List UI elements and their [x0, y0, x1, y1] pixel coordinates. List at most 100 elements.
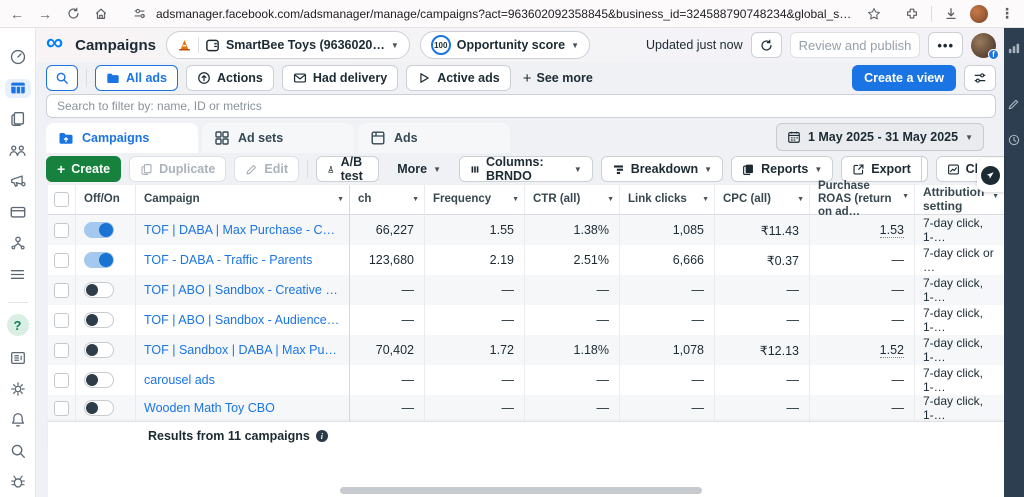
row-checkbox[interactable] — [48, 245, 76, 275]
back-icon[interactable]: ← — [8, 5, 26, 23]
row-checkbox[interactable] — [48, 275, 76, 305]
purchase-roas-cell: — — [810, 305, 915, 335]
campaign-name-link[interactable]: carousel ads — [144, 373, 215, 387]
breakdown-button[interactable]: Breakdown ▼ — [601, 156, 723, 182]
bookmark-star-icon[interactable] — [865, 5, 883, 23]
history-clock-icon[interactable] — [1004, 130, 1024, 150]
campaign-toggle[interactable] — [76, 305, 136, 335]
link-clicks-cell: — — [620, 275, 715, 305]
column-header-reach[interactable]: ch▼ — [350, 185, 425, 215]
scrollbar-thumb[interactable] — [340, 487, 702, 494]
table-search-input[interactable] — [46, 94, 996, 118]
sidebar-item-billing[interactable] — [5, 203, 31, 222]
filter-all-ads[interactable]: All ads — [95, 65, 178, 91]
campaign-name-link[interactable]: TOF | ABO | Sandbox - Audience | Max Pur… — [144, 313, 341, 327]
filter-actions[interactable]: Actions — [186, 65, 274, 91]
campaign-toggle[interactable] — [76, 395, 136, 421]
flask-icon — [327, 163, 335, 176]
duplicate-button[interactable]: Duplicate — [129, 156, 226, 182]
download-icon[interactable] — [942, 5, 960, 23]
navigation-flyout-tab[interactable] — [977, 158, 1004, 192]
settings-gear-icon[interactable] — [5, 379, 31, 398]
attribution-cell: 7-day click, 1-… — [915, 275, 1004, 305]
search-icon[interactable] — [5, 441, 31, 460]
all-tools-menu-icon[interactable] — [5, 265, 31, 284]
performance-chart-icon[interactable] — [1004, 38, 1024, 58]
campaign-toggle[interactable] — [76, 335, 136, 365]
create-button[interactable]: + Create — [46, 156, 121, 182]
campaign-toggle[interactable] — [76, 275, 136, 305]
search-filter-button[interactable] — [46, 65, 78, 91]
column-header-campaign[interactable]: Campaign▼ — [136, 185, 350, 215]
campaign-name-link[interactable]: Wooden Math Toy CBO — [144, 401, 275, 415]
reload-icon[interactable] — [64, 5, 82, 23]
edit-button[interactable]: Edit — [234, 156, 299, 182]
sidebar-item-campaigns[interactable] — [5, 79, 31, 98]
column-header-purchase-roas[interactable]: Purchase ROAS (return on ad…▼ — [810, 185, 915, 215]
filter-had-delivery[interactable]: Had delivery — [282, 65, 398, 91]
table-row: TOF | ABO | Sandbox - Creative | Max Pur… — [48, 275, 1004, 305]
select-all-checkbox[interactable] — [48, 185, 76, 215]
columns-button[interactable]: Columns: BRNDO ▼ — [459, 156, 593, 182]
row-checkbox[interactable] — [48, 335, 76, 365]
tab-campaigns[interactable]: Campaigns — [46, 123, 198, 153]
more-options-button[interactable]: ••• — [928, 32, 963, 58]
opportunity-score[interactable]: 100 Opportunity score ▼ — [420, 31, 590, 59]
campaign-toggle[interactable] — [76, 215, 136, 245]
browser-toolbar: ← → adsmanager.facebook.com/adsmanager/m… — [0, 0, 1024, 28]
help-button[interactable]: ? — [5, 314, 31, 336]
column-header-frequency[interactable]: Frequency▼ — [425, 185, 525, 215]
sidebar-item-news[interactable] — [5, 348, 31, 367]
column-header-cpc[interactable]: CPC (all)▼ — [715, 185, 810, 215]
extensions-icon[interactable] — [903, 5, 921, 23]
campaign-name-link[interactable]: TOF - DABA - Traffic - Parents — [144, 253, 312, 267]
address-bar[interactable]: adsmanager.facebook.com/adsmanager/manag… — [120, 3, 893, 25]
filter-active-ads[interactable]: Active ads — [406, 65, 511, 91]
ab-test-button[interactable]: A/B test — [316, 156, 379, 182]
export-button[interactable]: Export — [842, 157, 921, 181]
browser-menu-icon[interactable]: ⋮ — [998, 5, 1016, 23]
duplicate-button-label: Duplicate — [159, 162, 215, 176]
row-checkbox[interactable] — [48, 305, 76, 335]
row-checkbox[interactable] — [48, 215, 76, 245]
create-a-view-button[interactable]: Create a view — [852, 65, 956, 91]
home-icon[interactable] — [92, 5, 110, 23]
see-more-filters[interactable]: + See more — [519, 70, 597, 87]
tab-ad-sets[interactable]: Ad sets — [202, 123, 354, 153]
refresh-button[interactable] — [751, 32, 782, 58]
view-settings-button[interactable] — [964, 65, 996, 91]
campaign-toggle[interactable] — [76, 245, 136, 275]
site-settings-icon[interactable] — [130, 5, 148, 23]
campaign-name-link[interactable]: TOF | ABO | Sandbox - Creative | Max Pur… — [144, 283, 341, 297]
browser-profile-avatar[interactable] — [970, 5, 988, 23]
export-options-button[interactable]: ▼ — [921, 157, 928, 181]
column-header-ctr[interactable]: CTR (all)▼ — [525, 185, 620, 215]
date-range-picker[interactable]: 1 May 2025 - 31 May 2025 ▼ — [776, 123, 984, 151]
campaign-name-link[interactable]: TOF | Sandbox | DABA | Max Purchase - Ca… — [144, 343, 341, 357]
account-selector[interactable]: SmartBee Toys (9636020… ▼ — [166, 31, 410, 59]
sidebar-item-business-settings[interactable] — [5, 234, 31, 253]
review-and-publish-button[interactable]: Review and publish — [790, 32, 921, 58]
sidebar-item-audiences[interactable] — [5, 141, 31, 160]
report-bug-icon[interactable] — [5, 472, 31, 491]
edit-pencil-icon[interactable] — [1004, 94, 1024, 114]
info-icon[interactable]: i — [316, 430, 328, 442]
campaign-name-link[interactable]: TOF | DABA | Max Purchase - Campaign — [144, 223, 341, 237]
user-avatar[interactable]: f — [971, 33, 996, 58]
cpc-cell: ₹12.13 — [715, 335, 810, 365]
campaign-toggle[interactable] — [76, 365, 136, 395]
sidebar-item-ads-reporting[interactable] — [5, 110, 31, 129]
meta-logo-icon[interactable]: ∞ — [42, 33, 65, 57]
row-checkbox[interactable] — [48, 365, 76, 395]
more-button[interactable]: More ▼ — [387, 156, 451, 182]
notifications-bell-icon[interactable] — [5, 410, 31, 429]
sidebar-item-account-overview[interactable] — [5, 48, 31, 67]
column-header-link-clicks[interactable]: Link clicks▼ — [620, 185, 715, 215]
tab-ads[interactable]: Ads — [358, 123, 510, 153]
charts-icon — [947, 163, 960, 176]
reports-button[interactable]: Reports ▼ — [731, 156, 833, 182]
toolbar-divider — [307, 160, 308, 178]
row-checkbox[interactable] — [48, 395, 76, 421]
forward-icon[interactable]: → — [36, 5, 54, 23]
sidebar-item-advertising-settings[interactable] — [5, 172, 31, 191]
